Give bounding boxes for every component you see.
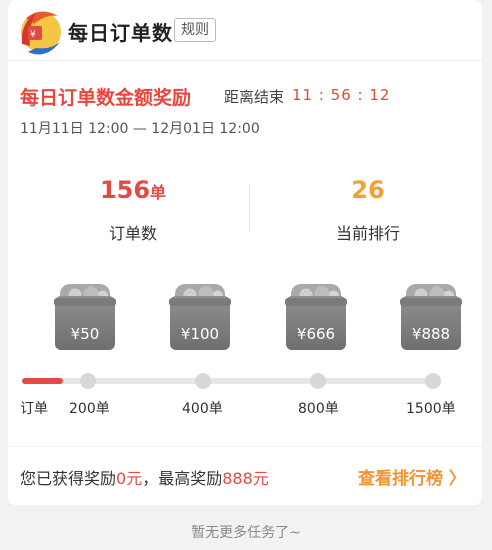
milestone-label: 400单 — [182, 401, 223, 417]
rank-value: 26 — [351, 176, 385, 204]
date-range: 11月11日 12:00 — 12月01日 12:00 — [20, 121, 260, 137]
order-count-number: 156 — [99, 176, 151, 204]
red-envelope-icon: ¥100 — [169, 278, 231, 352]
stat-divider — [249, 184, 250, 232]
order-count-value: 156单 — [63, 176, 203, 204]
divider — [8, 60, 482, 61]
progress-fill — [22, 378, 63, 384]
milestone-node — [80, 373, 96, 389]
view-leaderboard-link[interactable]: 查看排行榜 〉 — [358, 464, 466, 489]
order-count-unit: 单 — [150, 183, 167, 202]
reward-title: 每日订单数金额奖励 — [20, 87, 192, 109]
max-amount: 888元 — [222, 469, 269, 488]
summary-mid: ，最高奖励 — [142, 469, 223, 488]
milestone-node — [425, 373, 441, 389]
svg-text:¥: ¥ — [30, 30, 36, 40]
reward-card: ¥ 每日订单数 规则 每日订单数金额奖励 距离结束 11 : 56 : 12 1… — [8, 0, 482, 505]
countdown-label: 距离结束 — [224, 88, 285, 106]
order-count-label: 订单数 — [108, 224, 157, 243]
red-envelope-icon: ¥666 — [285, 278, 347, 352]
red-envelope-icon: ¥50 — [54, 278, 116, 352]
no-more-tasks-note: 暂无更多任务了~ — [191, 525, 301, 541]
reward-amount: ¥666 — [296, 325, 336, 343]
page-title: 每日订单数 — [68, 21, 173, 45]
milestone-label: 800单 — [298, 401, 339, 417]
milestone-node — [310, 373, 326, 389]
rules-button[interactable]: 规则 — [174, 18, 216, 42]
milestone-node — [195, 373, 211, 389]
countdown-timer: 11 : 56 : 12 — [292, 86, 391, 104]
reward-summary: 您已获得奖励0元，最高奖励888元 — [20, 465, 269, 489]
red-envelope-icon: ¥888 — [400, 278, 462, 352]
earned-amount: 0元 — [116, 469, 143, 488]
summary-prefix: 您已获得奖励 — [20, 469, 117, 488]
reward-amount: ¥888 — [411, 325, 451, 343]
orbit-logo-icon: ¥ — [21, 11, 61, 55]
rank-label: 当前排行 — [335, 224, 400, 243]
reward-amount: ¥100 — [180, 325, 220, 343]
milestone-label: 200单 — [69, 401, 110, 417]
divider — [8, 446, 482, 447]
reward-amount: ¥50 — [70, 325, 100, 343]
milestone-label: 1500单 — [406, 401, 456, 417]
milestone-label: 订单 — [20, 401, 48, 417]
